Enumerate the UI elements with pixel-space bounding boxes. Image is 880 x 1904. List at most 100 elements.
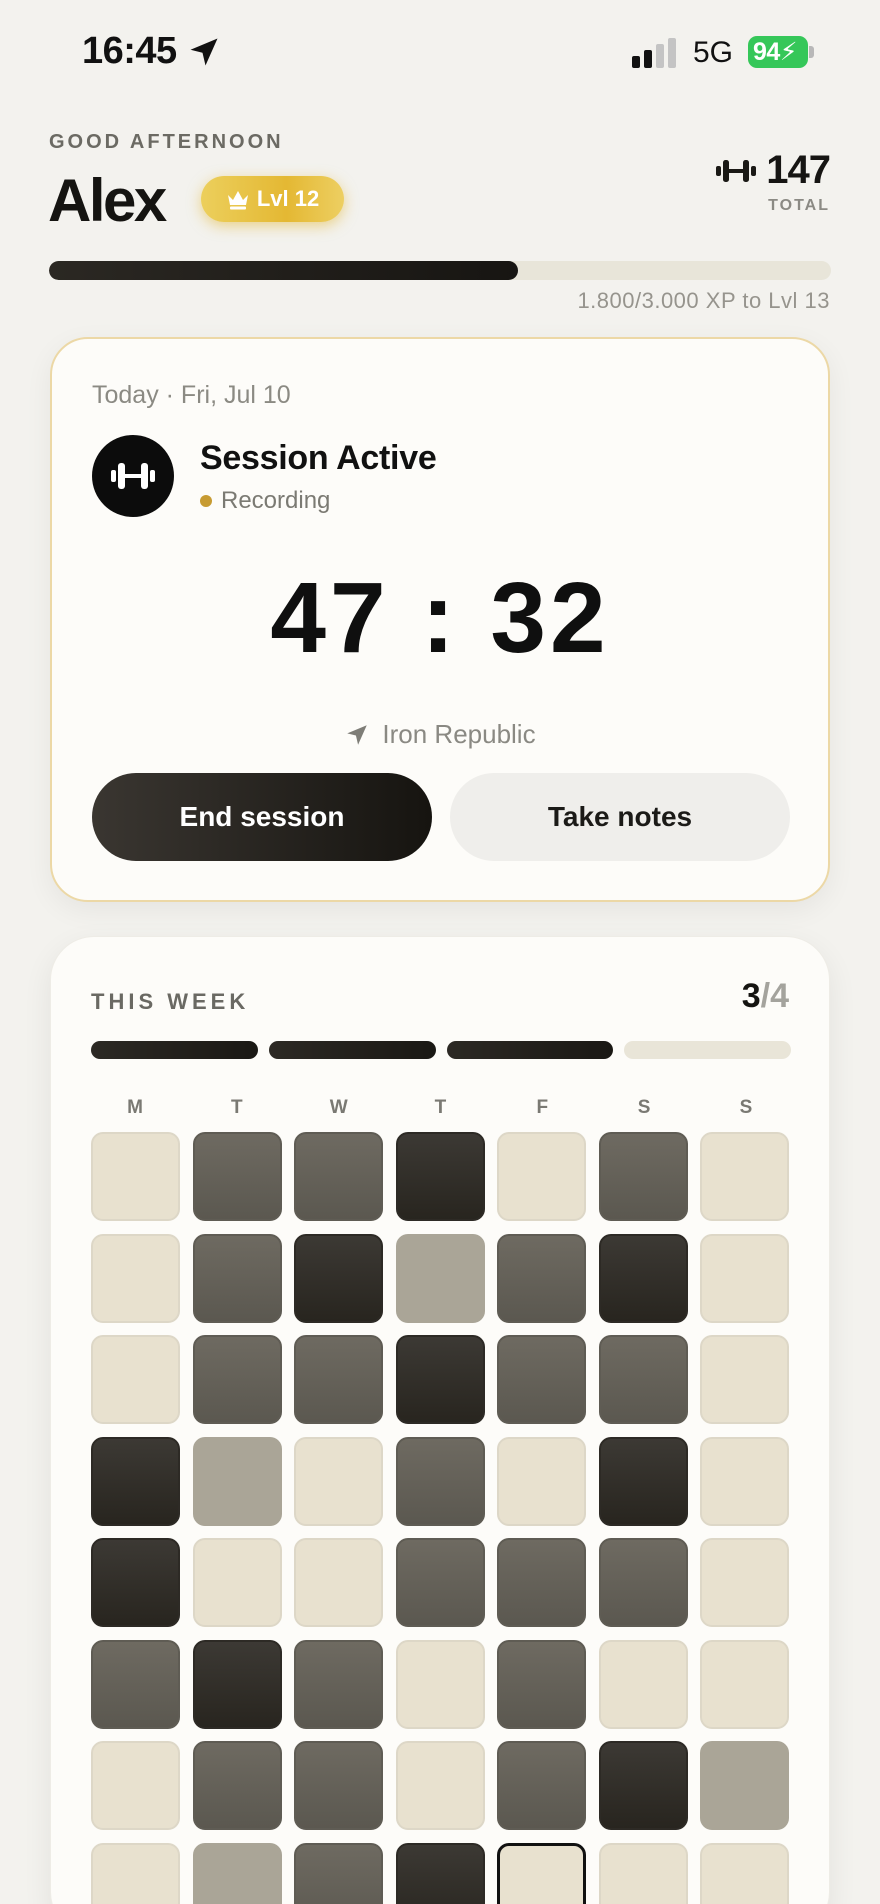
heatmap-cell[interactable]	[598, 1741, 688, 1830]
total-label: TOTAL	[768, 197, 830, 214]
day-header: S	[637, 1097, 652, 1118]
charging-bolt-icon: ⚡	[779, 38, 798, 66]
level-badge[interactable]: Lvl 12	[201, 176, 344, 222]
heatmap-cell[interactable]	[395, 1639, 485, 1729]
heatmap-cell[interactable]	[91, 1741, 180, 1830]
heatmap-cell[interactable]	[598, 1436, 688, 1526]
heatmap-cell[interactable]	[294, 1436, 383, 1526]
heatmap-cell[interactable]	[497, 1741, 586, 1830]
heatmap-cell[interactable]	[700, 1233, 789, 1323]
location-arrow-icon	[347, 724, 368, 745]
week-progress-segment	[624, 1041, 791, 1059]
heatmap-cell[interactable]	[497, 1335, 586, 1424]
heatmap-cell[interactable]	[395, 1842, 485, 1904]
heatmap-cell[interactable]	[91, 1233, 180, 1323]
session-avatar	[92, 435, 174, 517]
day-header: S	[739, 1097, 754, 1118]
heatmap-cell[interactable]	[91, 1132, 180, 1221]
app-screen: 16:45 5G 94⚡ GOOD AFTERNOON Alex Lvl 12	[0, 0, 880, 1904]
heatmap-cell[interactable]	[700, 1639, 789, 1729]
heatmap-cell[interactable]	[395, 1436, 485, 1526]
heatmap-cell[interactable]	[598, 1538, 688, 1627]
heatmap-cell-today[interactable]	[497, 1842, 586, 1904]
heatmap-cell[interactable]	[395, 1132, 485, 1221]
heatmap-cell[interactable]	[395, 1233, 485, 1323]
heatmap-cell[interactable]	[294, 1842, 383, 1904]
end-session-button[interactable]: End session	[92, 773, 432, 861]
heatmap-cell[interactable]	[598, 1842, 688, 1904]
recording-label: Recording	[221, 487, 331, 514]
heatmap-cell[interactable]	[497, 1233, 586, 1323]
session-timer: 47 : 32	[270, 562, 610, 674]
heatmap-cell[interactable]	[700, 1132, 789, 1221]
heatmap-cell[interactable]	[497, 1436, 586, 1526]
day-header: T	[231, 1097, 244, 1118]
level-label: Lvl 12	[256, 186, 320, 211]
week-progress-segment	[446, 1041, 614, 1059]
heatmap-cell[interactable]	[192, 1132, 282, 1221]
heatmap-cell[interactable]	[497, 1538, 586, 1627]
greeting: GOOD AFTERNOON	[49, 131, 284, 153]
heatmap-cell[interactable]	[91, 1335, 180, 1424]
heatmap-cell[interactable]	[192, 1842, 282, 1904]
week-done-count: 3	[741, 977, 761, 1015]
session-location[interactable]: Iron Republic	[52, 719, 828, 750]
crown-icon	[227, 191, 248, 210]
heatmap-cell[interactable]	[598, 1132, 688, 1221]
status-time: 16:45	[82, 30, 177, 72]
heatmap-cell[interactable]	[192, 1741, 282, 1830]
heatmap-cell[interactable]	[294, 1639, 383, 1729]
week-count: 3/4	[742, 977, 789, 1016]
location-arrow-icon	[190, 38, 218, 66]
heatmap-cell[interactable]	[497, 1132, 586, 1221]
take-notes-button[interactable]: Take notes	[450, 773, 790, 861]
status-bar: 16:45 5G 94⚡	[0, 0, 880, 100]
dumbbell-icon	[111, 463, 155, 489]
heatmap-cell[interactable]	[395, 1741, 485, 1830]
heatmap-cell[interactable]	[395, 1538, 485, 1627]
day-header: M	[127, 1097, 144, 1118]
day-headers: MTWTFSS	[91, 1097, 791, 1119]
battery-level: 94	[753, 38, 780, 66]
heatmap-cell[interactable]	[192, 1436, 282, 1526]
week-label: THIS WEEK	[91, 989, 250, 1014]
heatmap-cell[interactable]	[91, 1639, 180, 1729]
heatmap-cell[interactable]	[598, 1335, 688, 1424]
heatmap-cell[interactable]	[700, 1741, 789, 1830]
heatmap-cell[interactable]	[700, 1842, 789, 1904]
recording-status: Recording	[200, 487, 330, 515]
session-title: Session Active	[200, 439, 437, 477]
week-goal-count: 4	[770, 977, 789, 1015]
session-date: Today · Fri, Jul 10	[92, 381, 291, 409]
xp-progress-bar	[49, 261, 831, 280]
heatmap-cell[interactable]	[700, 1436, 789, 1526]
heatmap-cell[interactable]	[192, 1538, 282, 1627]
battery-icon: 94⚡	[748, 36, 814, 68]
heatmap-cell[interactable]	[294, 1741, 383, 1830]
heatmap-cell[interactable]	[192, 1335, 282, 1424]
heatmap-cell[interactable]	[294, 1233, 383, 1323]
week-progress-segment	[268, 1041, 436, 1059]
recording-dot-icon	[200, 495, 212, 507]
heatmap-cell[interactable]	[700, 1335, 789, 1424]
heatmap-cell[interactable]	[294, 1132, 383, 1221]
heatmap-cell[interactable]	[700, 1538, 789, 1627]
heatmap-cell[interactable]	[91, 1436, 180, 1526]
heatmap-cell[interactable]	[598, 1233, 688, 1323]
activity-heatmap	[91, 1132, 791, 1904]
heatmap-cell[interactable]	[192, 1233, 282, 1323]
week-card: THIS WEEK 3/4 M T W T F S S	[50, 936, 830, 1904]
heatmap-cell[interactable]	[497, 1639, 586, 1729]
network-type: 5G	[693, 36, 734, 69]
heatmap-cell[interactable]	[294, 1538, 383, 1627]
heatmap-cell[interactable]	[91, 1842, 180, 1904]
day-header: W	[329, 1097, 349, 1118]
heatmap-cell[interactable]	[598, 1639, 688, 1729]
week-progress-segment	[91, 1041, 258, 1059]
heatmap-cell[interactable]	[192, 1639, 282, 1729]
heatmap-cell[interactable]	[395, 1335, 485, 1424]
xp-progress-fill	[49, 261, 519, 280]
heatmap-cell[interactable]	[91, 1538, 180, 1627]
heatmap-cell[interactable]	[294, 1335, 383, 1424]
total-count: 147	[766, 148, 831, 192]
